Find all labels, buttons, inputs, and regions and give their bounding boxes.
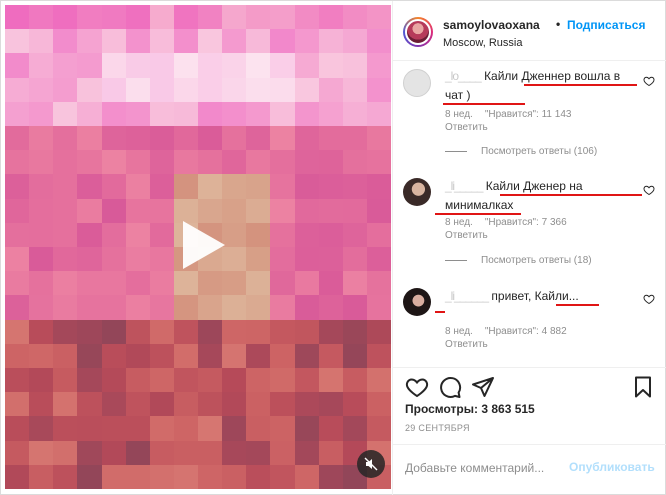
comment-item: _li_____ Кайли Дженер на минималках 8 не… xyxy=(393,173,666,283)
post-frame: samoylovaoxana • Подписаться Moscow, Rus… xyxy=(0,0,666,495)
reply-button[interactable]: Ответить xyxy=(445,122,488,133)
comment-meta: 8 нед. "Нравится": 11 143 xyxy=(445,109,583,120)
reply-button[interactable]: Ответить xyxy=(445,339,488,350)
comment-username[interactable]: _li______ xyxy=(445,289,489,303)
annotation-underline xyxy=(500,194,642,196)
comment-icon[interactable] xyxy=(438,375,462,399)
author-avatar[interactable] xyxy=(403,17,433,47)
share-icon[interactable] xyxy=(471,375,495,399)
comment-age: 8 нед. xyxy=(445,326,473,337)
view-replies-label: Посмотреть ответы (106) xyxy=(481,146,598,157)
comment-likes[interactable]: "Нравится": 4 882 xyxy=(485,326,567,337)
post-panel: samoylovaoxana • Подписаться Moscow, Rus… xyxy=(392,1,666,495)
comment-item: _li______ привет, Кайли... 8 нед. "Нравит… xyxy=(393,283,666,363)
comment-like-icon[interactable] xyxy=(643,184,655,196)
comment-age: 8 нед. xyxy=(445,109,473,120)
comment-body: _li______ привет, Кайли... xyxy=(445,287,641,306)
view-replies-label: Посмотреть ответы (18) xyxy=(481,255,592,266)
comment-body: _lo____ Кайли Дженнер вошла в чат ) xyxy=(445,67,641,105)
annotation-underline xyxy=(556,304,599,306)
comment-meta: 8 нед. "Нравится": 7 366 xyxy=(445,217,579,228)
annotation-underline xyxy=(435,311,445,313)
comment-item: _lo____ Кайли Дженнер вошла в чат ) 8 не… xyxy=(393,65,666,175)
comment-age: 8 нед. xyxy=(445,217,473,228)
author-username[interactable]: samoylovaoxana xyxy=(443,18,540,32)
annotation-underline xyxy=(435,213,521,215)
comment-likes[interactable]: "Нравится": 7 366 xyxy=(485,217,567,228)
comment-body: _li_____ Кайли Дженер на минималках xyxy=(445,177,641,215)
comment-composer: Опубликовать xyxy=(393,444,666,494)
comment-meta: 8 нед. "Нравится": 4 882 xyxy=(445,326,579,337)
comment-avatar[interactable] xyxy=(403,288,431,316)
view-count: Просмотры: 3 863 515 xyxy=(405,402,535,416)
comment-like-icon[interactable] xyxy=(643,293,655,305)
comment-likes[interactable]: "Нравится": 11 143 xyxy=(485,109,572,120)
annotation-underline xyxy=(524,84,637,86)
comment-username[interactable]: _lo____ xyxy=(445,69,482,83)
annotation-underline xyxy=(443,103,525,105)
post-date: 29 СЕНТЯБРЯ xyxy=(405,423,470,433)
view-replies-button[interactable]: Посмотреть ответы (106) xyxy=(445,146,597,157)
mute-button[interactable] xyxy=(357,450,385,478)
comment-username[interactable]: _li_____ xyxy=(445,179,483,193)
mute-icon xyxy=(364,457,378,471)
bookmark-icon[interactable] xyxy=(631,375,655,399)
comment-avatar[interactable] xyxy=(403,69,431,97)
follow-button[interactable]: Подписаться xyxy=(567,18,645,32)
post-location[interactable]: Moscow, Russia xyxy=(443,37,522,49)
reply-button[interactable]: Ответить xyxy=(445,230,488,241)
comment-like-icon[interactable] xyxy=(643,75,655,87)
play-icon[interactable] xyxy=(171,215,231,275)
heart-icon[interactable] xyxy=(405,375,429,399)
post-header: samoylovaoxana • Подписаться Moscow, Rus… xyxy=(393,1,666,61)
action-bar xyxy=(393,367,666,407)
header-separator: • xyxy=(556,17,561,31)
comment-avatar[interactable] xyxy=(403,178,431,206)
comment-text: привет, Кайли... xyxy=(491,289,579,303)
publish-button[interactable]: Опубликовать xyxy=(569,460,655,474)
view-replies-button[interactable]: Посмотреть ответы (18) xyxy=(445,255,592,266)
video-player[interactable] xyxy=(5,5,391,489)
comment-input[interactable] xyxy=(405,459,555,477)
